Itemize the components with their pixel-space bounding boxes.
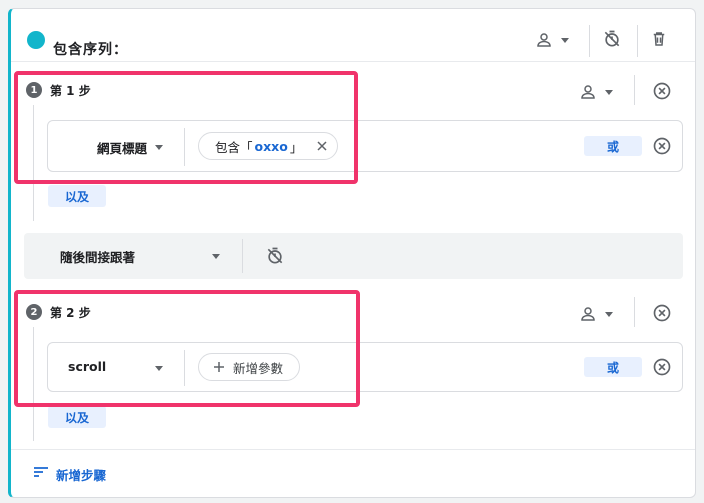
step-2-label: 第 2 步 xyxy=(50,306,91,320)
step-1-chevron-down-icon[interactable] xyxy=(603,87,615,97)
add-param-chip[interactable]: 新增參數 xyxy=(198,353,300,381)
chevron-down-icon[interactable] xyxy=(559,35,571,45)
step-2-and-button[interactable]: 以及 xyxy=(48,406,106,428)
plus-icon xyxy=(213,361,225,373)
chip-prefix: 包含「 xyxy=(215,139,253,155)
follow-bar: 隨後間接跟著 xyxy=(24,233,683,279)
step-1-person-icon[interactable] xyxy=(577,81,599,103)
sequence-color-dot xyxy=(27,31,45,49)
step-1-dimension-dropdown-icon[interactable] xyxy=(153,142,165,152)
step-2-chevron-down-icon[interactable] xyxy=(603,309,615,319)
sequence-title: 包含序列： xyxy=(53,42,128,58)
chip-value: oxxo xyxy=(254,138,288,154)
step-2-dimension-select[interactable]: scroll xyxy=(68,359,106,374)
step-1-remove-icon[interactable] xyxy=(651,80,673,102)
step-2-condition-row: scroll 新增參數 或 xyxy=(47,342,683,392)
add-param-label: 新增參數 xyxy=(233,360,284,376)
step-1-filter-chip[interactable]: 包含「 oxxo 」 xyxy=(198,132,338,160)
step-1-dimension-select[interactable]: 網頁標題 xyxy=(97,138,147,157)
step-2-dimension-dropdown-icon[interactable] xyxy=(153,363,165,373)
timer-off-icon[interactable] xyxy=(600,27,624,51)
step-1-or-button[interactable]: 或 xyxy=(584,136,642,156)
step-1-and-button[interactable]: 以及 xyxy=(48,185,106,207)
step-2-person-icon[interactable] xyxy=(577,303,599,325)
delete-icon[interactable] xyxy=(648,28,670,50)
step-2-remove-icon[interactable] xyxy=(651,302,673,324)
step-2-or-button[interactable]: 或 xyxy=(584,357,642,377)
step-1-condition-remove-icon[interactable] xyxy=(651,135,673,157)
follow-mode-dropdown-icon[interactable] xyxy=(210,251,222,261)
step-1-number: 1 xyxy=(26,82,42,98)
step-2-condition-remove-icon[interactable] xyxy=(651,356,673,378)
step-1-label: 第 1 步 xyxy=(50,84,91,98)
sort-lines-icon[interactable] xyxy=(33,465,49,479)
sequence-card: 包含序列： 1 第 1 步 網頁標題 包含「 oxxo 」 或 以及 隨後間接跟… xyxy=(8,8,696,498)
step-1-condition-row: 網頁標題 包含「 oxxo 」 或 xyxy=(47,120,683,172)
add-step-button[interactable]: 新增步驟 xyxy=(56,465,106,484)
chip-suffix: 」 xyxy=(289,139,303,155)
follow-timer-off-icon[interactable] xyxy=(263,244,287,268)
person-icon[interactable] xyxy=(533,29,555,51)
step-2-number: 2 xyxy=(26,304,42,320)
follow-mode-select[interactable]: 隨後間接跟著 xyxy=(60,247,135,266)
chip-close-icon[interactable] xyxy=(316,140,328,152)
